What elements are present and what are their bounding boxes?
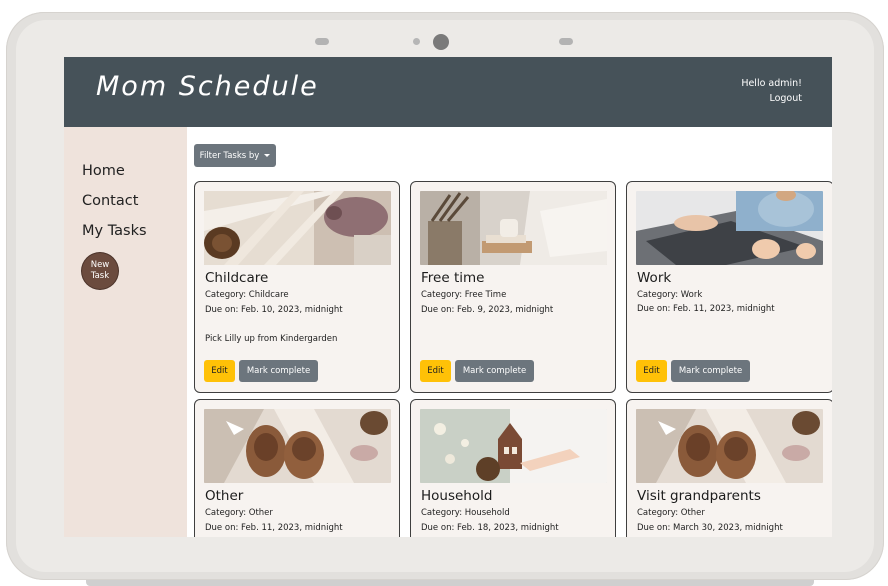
user-menu: Hello admin! Logout [741,76,802,106]
task-card-childcare: Childcare Category: Childcare Due on: Fe… [194,181,400,393]
camera-lens [433,34,449,50]
task-category: Category: Free Time [421,290,507,300]
task-category: Category: Household [421,508,510,518]
sidebar-item-contact[interactable]: Contact [82,193,138,209]
task-title[interactable]: Childcare [205,270,268,286]
new-task-button[interactable]: New Task [82,253,118,289]
app-screen: Mom Schedule Hello admin! Logout Home Co… [64,57,832,537]
task-card-household: Household Category: Household Due on: Fe… [410,399,616,537]
task-card-free-time: Free time Category: Free Time Due on: Fe… [410,181,616,393]
new-task-label-line2: Task [90,271,110,281]
task-category: Category: Childcare [205,290,289,300]
top-navbar: Mom Schedule Hello admin! Logout [64,57,832,127]
mark-complete-button[interactable]: Mark complete [239,360,318,382]
mark-complete-button[interactable]: Mark complete [455,360,534,382]
task-category: Category: Work [637,290,703,300]
task-image-visit-grandparents [636,409,823,483]
task-image-childcare [204,191,391,265]
task-due-date: Due on: Feb. 11, 2023, midnight [637,304,775,314]
task-title[interactable]: Household [421,488,492,504]
task-image-other [204,409,391,483]
edit-button[interactable]: Edit [420,360,451,382]
task-due-date: Due on: March 30, 2023, midnight [637,523,783,533]
sidebar-item-my-tasks[interactable]: My Tasks [82,223,147,239]
new-task-label-line1: New [90,260,110,270]
task-card-other: Other Category: Other Due on: Feb. 11, 2… [194,399,400,537]
filter-label: Filter Tasks by [199,150,260,161]
task-card-work: Work Category: Work Due on: Feb. 11, 202… [626,181,832,393]
task-due-date: Due on: Feb. 11, 2023, midnight [205,523,343,533]
sensor-dot [413,38,420,45]
speaker-slot-left [315,38,329,45]
tablet-stand-edge [86,580,814,586]
task-image-household [420,409,607,483]
task-title[interactable]: Free time [421,270,484,286]
task-title[interactable]: Work [637,270,671,286]
sidebar: Home Contact My Tasks New Task [64,127,187,537]
task-category: Category: Other [637,508,705,518]
sidebar-item-home[interactable]: Home [82,163,125,179]
task-image-free-time [420,191,607,265]
task-image-work [636,191,823,265]
task-due-date: Due on: Feb. 18, 2023, midnight [421,523,559,533]
task-description: Pick Lilly up from Kindergarden [205,334,338,344]
task-title[interactable]: Visit grandparents [637,488,761,504]
task-due-date: Due on: Feb. 9, 2023, midnight [421,305,554,315]
speaker-slot-right [559,38,573,45]
task-due-date: Due on: Feb. 10, 2023, midnight [205,305,343,315]
brand-logo[interactable]: Mom Schedule [96,71,319,102]
task-card-visit-grandparents: Visit grandparents Category: Other Due o… [626,399,832,537]
edit-button[interactable]: Edit [204,360,235,382]
task-category: Category: Other [205,508,273,518]
caret-down-icon [264,154,271,157]
greeting-text: Hello admin! [741,78,802,89]
logout-link[interactable]: Logout [741,91,802,106]
task-title[interactable]: Other [205,488,243,504]
mark-complete-button[interactable]: Mark complete [671,360,750,382]
edit-button[interactable]: Edit [636,360,667,382]
filter-tasks-dropdown[interactable]: Filter Tasks by [194,144,276,167]
